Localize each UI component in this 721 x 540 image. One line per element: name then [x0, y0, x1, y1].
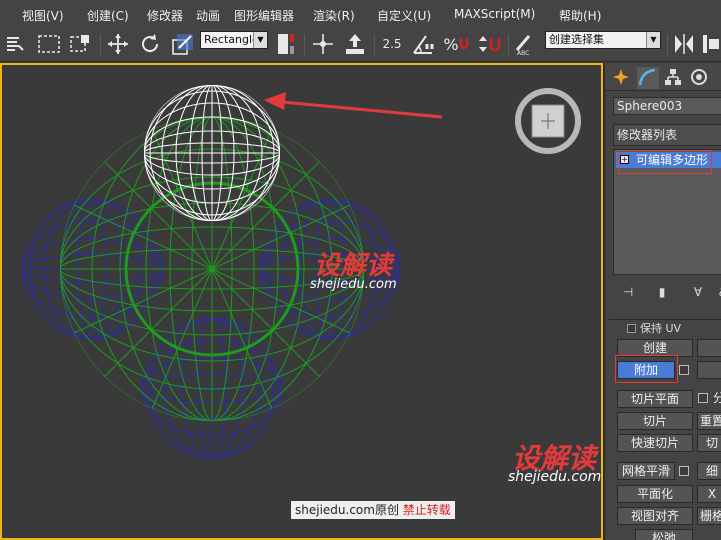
remove-modifier-icon[interactable]: ∂: [713, 283, 721, 301]
align-icon[interactable]: [342, 32, 368, 56]
planar-x-button[interactable]: X: [697, 485, 721, 503]
preserve-uv-label: 保持 UV: [640, 322, 682, 335]
meshsmooth-button[interactable]: 网格平滑: [617, 462, 675, 480]
command-panel: Sphere003 修改器列表 + 可编辑多边形 ⊣ ▮ ∀ ∂ 保持 UV 创…: [603, 63, 721, 540]
toolbar-separator: [100, 34, 101, 56]
window-crossing-icon[interactable]: [68, 32, 94, 56]
quickslice-button[interactable]: 快速切片: [617, 434, 693, 452]
coordinate-axis-icon[interactable]: [310, 32, 336, 56]
split-checkbox[interactable]: [698, 393, 708, 403]
pin-stack-icon[interactable]: ⊣: [619, 283, 637, 301]
preserve-uv-checkbox[interactable]: [627, 324, 636, 333]
cut-button[interactable]: 切: [697, 434, 721, 452]
stack-annotation-box: [618, 150, 712, 174]
slice-plane-button[interactable]: 切片平面: [617, 390, 693, 408]
selected-sphere[interactable]: [144, 85, 280, 221]
rotate-icon[interactable]: [138, 32, 162, 56]
split-label: 分: [711, 390, 721, 408]
menu-view[interactable]: 视图(V): [22, 7, 64, 24]
spinner-snap-icon[interactable]: [474, 32, 502, 56]
stack-toolbar: ⊣ ▮ ∀ ∂: [613, 283, 721, 303]
angle-snap-value: 2.5: [382, 37, 402, 51]
main-toolbar: Rectangle ▼ 2.5 % ABC 创建选择集 ▼: [0, 28, 721, 62]
mirror-icon[interactable]: [672, 32, 696, 56]
slice-button[interactable]: 切片: [617, 412, 693, 430]
menu-rendering[interactable]: 渲染(R): [313, 7, 355, 24]
grid-align-button[interactable]: 栅格: [697, 507, 721, 525]
toolbar-separator: [667, 34, 668, 56]
menu-modifiers[interactable]: 修改器: [147, 7, 183, 24]
named-selection-value: 创建选择集: [549, 33, 604, 46]
select-filter-icon[interactable]: [4, 32, 26, 56]
watermark-url: shejiedu.com: [310, 277, 397, 292]
modifier-list-dropdown[interactable]: 修改器列表: [613, 124, 721, 146]
menu-maxscript[interactable]: MAXScript(M): [454, 7, 535, 21]
collapse-button[interactable]: [697, 339, 721, 357]
menu-help[interactable]: 帮助(H): [559, 7, 601, 24]
command-panel-tabs: [605, 63, 721, 91]
viewcube-icon[interactable]: [515, 88, 581, 154]
toolbar-separator: [508, 34, 509, 56]
angle-snap-icon[interactable]: [410, 32, 438, 56]
motion-tab-icon[interactable]: [689, 67, 711, 89]
menu-create[interactable]: 创建(C): [87, 7, 129, 24]
tessellate-button[interactable]: 细: [697, 462, 721, 480]
chevron-down-icon: ▼: [253, 32, 267, 48]
toolbar-separator: [304, 34, 305, 56]
toolbar-separator: [374, 34, 375, 56]
show-end-result-icon[interactable]: ▮: [653, 283, 671, 301]
rect-selection-icon[interactable]: [36, 32, 62, 56]
use-center-icon[interactable]: [274, 32, 298, 56]
menu-graph-editors[interactable]: 图形编辑器: [234, 7, 294, 24]
chevron-down-icon: ▼: [646, 32, 660, 48]
selection-region-dropdown[interactable]: Rectangle ▼: [200, 31, 268, 49]
menu-animation[interactable]: 动画: [196, 7, 220, 24]
align-objects-icon[interactable]: [700, 32, 721, 56]
annotation-arrow: [264, 92, 443, 119]
reset-plane-button[interactable]: 重置: [697, 412, 721, 430]
relax-button[interactable]: 松弛: [635, 529, 693, 540]
modify-tab-icon[interactable]: [637, 67, 659, 89]
svg-text:ABC: ABC: [517, 50, 529, 56]
watermark-url-2: shejiedu.com: [508, 469, 602, 485]
attach-settings-icon[interactable]: [679, 365, 689, 375]
detach-button[interactable]: [697, 361, 721, 379]
scale-icon[interactable]: [170, 32, 196, 56]
preserve-uv-option[interactable]: 保持 UV: [627, 320, 681, 336]
edit-named-selection-icon[interactable]: ABC: [512, 32, 538, 56]
percent-snap-icon[interactable]: %: [443, 32, 469, 56]
hierarchy-tab-icon[interactable]: [663, 67, 685, 89]
make-unique-icon[interactable]: ∀: [689, 283, 707, 301]
viewport-perspective[interactable]: 设解读 shejiedu.com 设解读 shejiedu.com: [0, 63, 603, 540]
create-tab-icon[interactable]: [611, 67, 633, 89]
percent-snap-label: %: [443, 34, 459, 54]
object-name-field[interactable]: Sphere003: [613, 97, 721, 115]
make-planar-button[interactable]: 平面化: [617, 485, 693, 503]
credit-banner: shejiedu.com原创 禁止转载: [291, 501, 455, 519]
credit-warning: 禁止转载: [402, 503, 451, 517]
named-selection-dropdown[interactable]: 创建选择集 ▼: [545, 31, 661, 49]
move-icon[interactable]: [106, 32, 130, 56]
attach-annotation-box: [615, 355, 678, 383]
menu-bar: 视图(V) 创建(C) 修改器 动画 图形编辑器 渲染(R) 自定义(U) MA…: [0, 0, 721, 28]
credit-prefix: shejiedu.com原创: [295, 503, 399, 517]
meshsmooth-settings-icon[interactable]: [679, 466, 689, 476]
selection-region-value: Rectangle: [204, 33, 259, 46]
angle-snap-toggle[interactable]: 2.5: [380, 32, 404, 56]
view-align-button[interactable]: 视图对齐: [617, 507, 693, 525]
menu-customize[interactable]: 自定义(U): [377, 7, 431, 24]
